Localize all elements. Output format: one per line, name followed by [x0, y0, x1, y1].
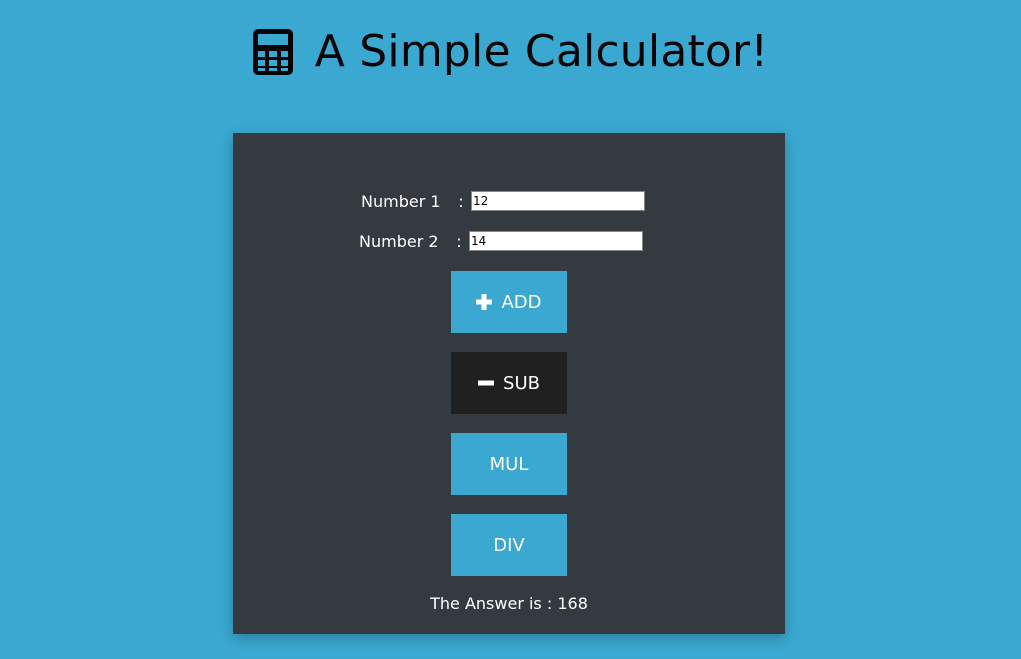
number2-row: Number 2 : — [359, 231, 643, 251]
calculator-icon — [252, 28, 293, 75]
number2-label: Number 2 — [359, 231, 439, 251]
page-header: A Simple Calculator! — [0, 26, 1021, 77]
sub-button[interactable]: SUB — [451, 352, 567, 414]
div-button[interactable]: DIV — [451, 514, 567, 576]
sub-button-label: SUB — [503, 372, 540, 394]
number2-input[interactable] — [469, 231, 643, 251]
number1-row: Number 1 : — [361, 191, 645, 211]
mul-button-label: MUL — [489, 453, 529, 475]
div-button-label: DIV — [493, 534, 525, 556]
minus-icon — [478, 380, 495, 386]
mul-button[interactable]: MUL — [451, 433, 567, 495]
plus-icon — [476, 294, 493, 310]
number1-label: Number 1 — [361, 191, 441, 211]
answer-text: The Answer is : 168 — [430, 594, 588, 613]
add-button-label: ADD — [501, 291, 542, 313]
page-title: A Simple Calculator! — [314, 26, 769, 77]
page: A Simple Calculator! Number 1 : Number 2… — [0, 0, 1021, 659]
number2-separator: : — [456, 231, 462, 251]
number1-input[interactable] — [471, 191, 645, 211]
calculator-panel: Number 1 : Number 2 : ADD SUB MUL — [233, 133, 785, 634]
add-button[interactable]: ADD — [451, 271, 567, 333]
number1-separator: : — [458, 191, 464, 211]
